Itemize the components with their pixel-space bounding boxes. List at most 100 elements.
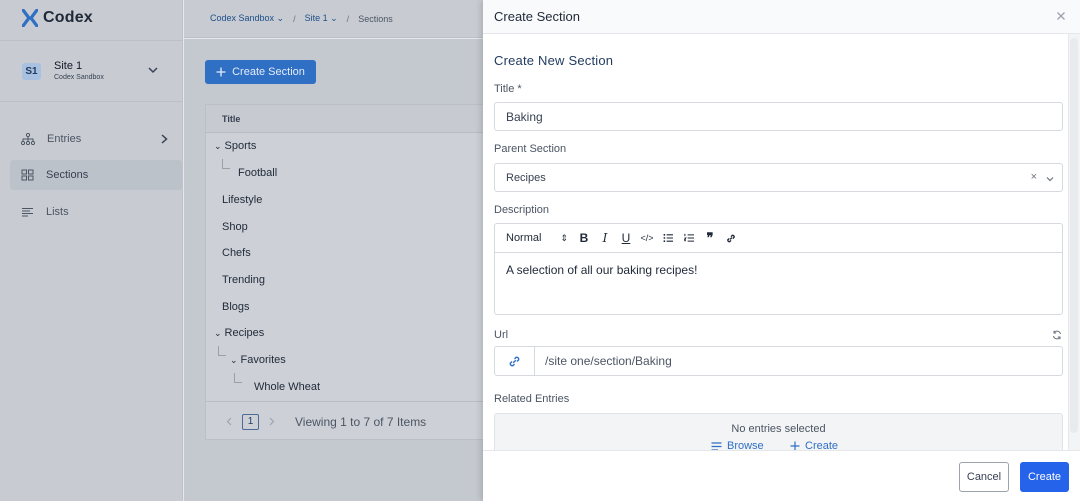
- table-row[interactable]: Blogs: [222, 297, 250, 317]
- table-row[interactable]: ⌄ Recipes: [214, 323, 264, 343]
- underline-icon[interactable]: U: [621, 231, 631, 245]
- refresh-icon[interactable]: [1052, 330, 1062, 340]
- breadcrumb-separator: /: [293, 13, 296, 24]
- breadcrumb-separator: /: [346, 13, 350, 24]
- close-icon[interactable]: [1056, 11, 1066, 21]
- chevron-down-icon: [148, 67, 158, 74]
- row-title: Football: [238, 167, 278, 179]
- list-icon: [711, 441, 722, 450]
- format-select[interactable]: Normal ⇕: [506, 232, 568, 244]
- sidebar: Codex S1 Site 1 Codex Sandbox Entries Se…: [0, 0, 183, 501]
- browse-label: Browse: [727, 440, 764, 450]
- plus-icon: [216, 67, 226, 77]
- expand-icon[interactable]: ⌄: [214, 141, 222, 152]
- related-entries-label: Related Entries: [494, 393, 570, 405]
- app-logo[interactable]: Codex: [22, 9, 93, 27]
- row-title: Favorites: [240, 354, 286, 366]
- description-label: Description: [494, 204, 550, 216]
- sidebar-item-sections[interactable]: Sections: [10, 160, 182, 190]
- table-row[interactable]: Trending: [222, 270, 265, 290]
- row-title: Recipes: [224, 327, 265, 339]
- table-row[interactable]: ⌄ Sports: [214, 136, 256, 156]
- url-link-button[interactable]: [495, 347, 535, 375]
- table-row[interactable]: Chefs: [222, 243, 251, 263]
- title-field[interactable]: Baking: [494, 102, 1063, 131]
- table-row[interactable]: Shop: [222, 217, 248, 237]
- description-text: A selection of all our baking recipes!: [506, 263, 698, 277]
- title-label: Title *: [494, 83, 522, 95]
- parent-section-label: Parent Section: [494, 143, 567, 155]
- create-section-button[interactable]: Create Section: [205, 60, 316, 84]
- chevron-down-icon[interactable]: [1046, 176, 1054, 182]
- chevron-right-icon[interactable]: [269, 417, 275, 426]
- sidebar-item-label: Entries: [47, 133, 82, 145]
- table-row[interactable]: Football: [238, 163, 277, 183]
- link-icon: [509, 356, 520, 366]
- tree-guide: [218, 346, 226, 356]
- breadcrumb-org[interactable]: Codex Sandbox ⌄: [210, 13, 284, 24]
- quote-icon[interactable]: ❞: [705, 230, 715, 246]
- drawer-header: Create Section: [483, 0, 1080, 34]
- ordered-list-icon[interactable]: [684, 233, 694, 243]
- table-row[interactable]: ⌄ Favorites: [230, 350, 286, 370]
- description-editor[interactable]: Normal ⇕ B I U </> ❞ A selection of all …: [494, 223, 1063, 315]
- parent-section-value: Recipes: [506, 172, 546, 184]
- topbar: Codex Sandbox ⌄ / Site 1 ⌄ / Sections: [184, 0, 484, 38]
- breadcrumb-current: Sections: [358, 13, 393, 24]
- expand-icon[interactable]: ⌄: [214, 328, 222, 339]
- url-value: /site one/section/Baking: [545, 354, 672, 368]
- bullet-list-icon[interactable]: [663, 233, 673, 243]
- site-org: Codex Sandbox: [54, 74, 104, 81]
- drawer-footer: Cancel Create: [483, 450, 1080, 501]
- row-title: Chefs: [222, 247, 251, 259]
- row-title: Trending: [222, 274, 266, 286]
- create-button[interactable]: Create: [1020, 462, 1069, 492]
- expand-icon[interactable]: ⌄: [230, 355, 238, 366]
- sidebar-item-entries[interactable]: Entries: [10, 124, 182, 154]
- row-title: Shop: [222, 221, 248, 233]
- table-row[interactable]: Whole Wheat: [254, 377, 320, 397]
- breadcrumb-site[interactable]: Site 1 ⌄: [305, 13, 338, 24]
- app-name: Codex: [43, 9, 93, 26]
- hierarchy-icon: [21, 133, 35, 145]
- column-header-title[interactable]: Title: [206, 105, 483, 133]
- page-number[interactable]: 1: [242, 413, 259, 430]
- site-switcher[interactable]: S1 Site 1 Codex Sandbox: [0, 40, 183, 102]
- italic-icon[interactable]: I: [600, 231, 610, 245]
- format-value: Normal: [506, 232, 542, 244]
- pagination: 1 Viewing 1 to 7 of 7 Items: [206, 401, 485, 441]
- drawer-body: Create New Section Title * Baking Parent…: [483, 34, 1068, 450]
- row-title: Sports: [224, 140, 257, 152]
- table-row[interactable]: Lifestyle: [222, 190, 262, 210]
- chevron-right-icon: [161, 134, 168, 144]
- breadcrumb: Codex Sandbox ⌄ / Site 1 ⌄ / Sections: [210, 13, 393, 24]
- scrollbar-thumb[interactable]: [1070, 38, 1078, 433]
- sidebar-item-lists[interactable]: Lists: [10, 197, 182, 227]
- sections-table: Title ⌄ Sports Football Lifestyle Shop C…: [205, 104, 485, 441]
- cancel-button[interactable]: Cancel: [959, 462, 1009, 492]
- code-icon[interactable]: </>: [641, 233, 654, 243]
- layout-icon: [21, 169, 34, 181]
- row-title: Lifestyle: [222, 194, 263, 206]
- site-badge: S1: [22, 63, 41, 80]
- sidebar-item-label: Sections: [46, 169, 89, 181]
- codex-logo-icon: [22, 9, 38, 27]
- title-value: Baking: [506, 110, 543, 124]
- sort-icon: ⇕: [560, 232, 568, 243]
- sidebar-item-label: Lists: [46, 206, 69, 218]
- row-title: Blogs: [222, 301, 250, 313]
- create-entry-button[interactable]: Create: [790, 440, 838, 450]
- chevron-left-icon[interactable]: [226, 417, 232, 426]
- list-icon: [22, 207, 33, 217]
- link-icon[interactable]: [726, 233, 736, 244]
- browse-button[interactable]: Browse: [711, 440, 764, 450]
- no-entries-text: No entries selected: [731, 423, 826, 435]
- create-section-label: Create Section: [232, 66, 305, 78]
- create-entry-label: Create: [805, 440, 839, 450]
- form-heading: Create New Section: [494, 53, 614, 68]
- url-field[interactable]: /site one/section/Baking: [494, 346, 1063, 376]
- parent-section-select[interactable]: Recipes ×: [494, 163, 1063, 192]
- editor-toolbar: Normal ⇕ B I U </> ❞: [495, 224, 1062, 253]
- clear-icon[interactable]: ×: [1031, 171, 1037, 183]
- bold-icon[interactable]: B: [579, 231, 589, 245]
